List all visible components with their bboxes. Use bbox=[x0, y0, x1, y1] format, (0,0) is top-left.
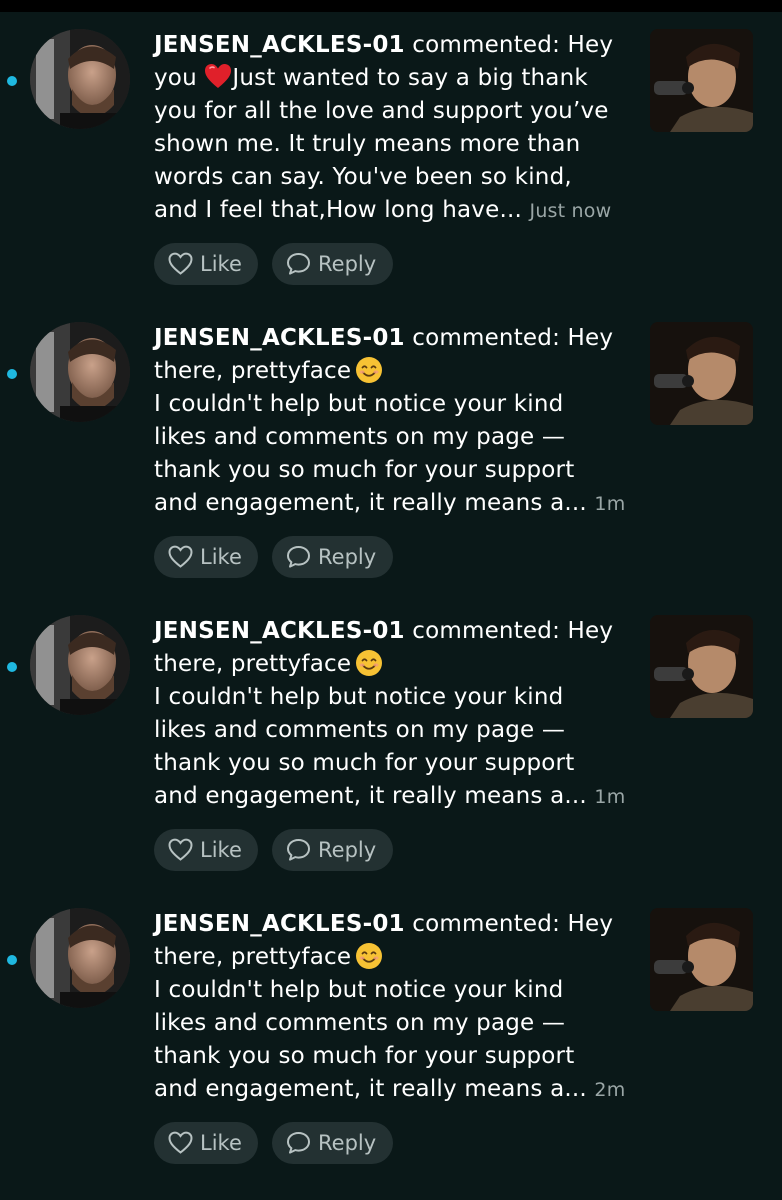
post-thumbnail[interactable] bbox=[650, 29, 753, 132]
unread-dot bbox=[7, 955, 17, 965]
text-line: I couldn't help but notice your kind bbox=[154, 977, 564, 1003]
unread-dot bbox=[7, 76, 17, 86]
notification-item[interactable]: JENSEN_ACKLES-01 commented: Hey there, p… bbox=[0, 598, 782, 891]
speech-bubble-icon bbox=[287, 546, 310, 568]
notification-text: JENSEN_ACKLES-01 commented: Hey there, p… bbox=[154, 615, 632, 814]
notification-item[interactable]: JENSEN_ACKLES-01 commented: Hey there, p… bbox=[0, 891, 782, 1184]
like-label: Like bbox=[200, 838, 242, 862]
like-button[interactable]: Like bbox=[154, 829, 258, 871]
post-thumbnail[interactable] bbox=[650, 908, 753, 1011]
post-thumbnail[interactable] bbox=[650, 615, 753, 718]
speech-bubble-icon bbox=[287, 253, 310, 275]
text-line: and engagement, it really means a... bbox=[154, 490, 587, 516]
timestamp: Just now bbox=[529, 200, 612, 222]
text-line: thank you so much for your support bbox=[154, 1043, 575, 1069]
reply-button[interactable]: Reply bbox=[272, 243, 393, 285]
text-line: shown me. It truly means more than bbox=[154, 131, 581, 157]
text-line: I couldn't help but notice your kind bbox=[154, 684, 564, 710]
like-button[interactable]: Like bbox=[154, 243, 258, 285]
smiling-face-emoji-icon bbox=[356, 650, 383, 676]
reply-label: Reply bbox=[318, 1131, 377, 1155]
like-label: Like bbox=[200, 252, 242, 276]
text-line: words can say. You've been so kind, bbox=[154, 164, 572, 190]
heart-outline-icon bbox=[168, 838, 193, 861]
speech-bubble-icon bbox=[287, 839, 310, 861]
heart-outline-icon bbox=[168, 1131, 193, 1154]
text-line: likes and comments on my page — bbox=[154, 1010, 566, 1036]
reply-label: Reply bbox=[318, 838, 377, 862]
smiling-face-emoji-icon bbox=[356, 943, 383, 969]
text-line: and engagement, it really means a... bbox=[154, 1076, 587, 1102]
username[interactable]: JENSEN_ACKLES-01 bbox=[154, 618, 405, 644]
notification-item[interactable]: JENSEN_ACKLES-01 commented: Hey you Just… bbox=[0, 12, 782, 305]
text-line: commented: Hey bbox=[404, 911, 614, 937]
like-button[interactable]: Like bbox=[154, 1122, 258, 1164]
text-line: likes and comments on my page — bbox=[154, 717, 566, 743]
unread-dot bbox=[7, 662, 17, 672]
heart-outline-icon bbox=[168, 252, 193, 275]
heart-outline-icon bbox=[168, 545, 193, 568]
text-line: and engagement, it really means a... bbox=[154, 783, 587, 809]
text-line: and I feel that,How long have... bbox=[154, 197, 522, 223]
text-line: there, prettyface bbox=[154, 651, 352, 677]
like-button[interactable]: Like bbox=[154, 536, 258, 578]
speech-bubble-icon bbox=[287, 1132, 310, 1154]
timestamp: 2m bbox=[594, 1079, 626, 1101]
text-line: you bbox=[154, 65, 205, 91]
text-line: likes and comments on my page — bbox=[154, 424, 566, 450]
text-line: there, prettyface bbox=[154, 944, 352, 970]
reply-label: Reply bbox=[318, 545, 377, 569]
text-line: commented: Hey bbox=[404, 618, 614, 644]
avatar[interactable] bbox=[30, 29, 130, 129]
avatar[interactable] bbox=[30, 908, 130, 1008]
unread-dot bbox=[7, 369, 17, 379]
like-label: Like bbox=[200, 545, 242, 569]
heart-emoji-icon bbox=[205, 64, 232, 88]
text-line: you for all the love and support you’ve bbox=[154, 98, 609, 124]
reply-label: Reply bbox=[318, 252, 377, 276]
text-line: thank you so much for your support bbox=[154, 457, 575, 483]
notification-text: JENSEN_ACKLES-01 commented: Hey you Just… bbox=[154, 29, 632, 228]
text-line: Just wanted to say a big thank bbox=[232, 65, 588, 91]
reply-button[interactable]: Reply bbox=[272, 1122, 393, 1164]
reply-button[interactable]: Reply bbox=[272, 536, 393, 578]
text-line: I couldn't help but notice your kind bbox=[154, 391, 564, 417]
status-bar-strip bbox=[0, 0, 782, 12]
avatar[interactable] bbox=[30, 322, 130, 422]
reply-button[interactable]: Reply bbox=[272, 829, 393, 871]
timestamp: 1m bbox=[594, 493, 626, 515]
avatar[interactable] bbox=[30, 615, 130, 715]
notification-feed: JENSEN_ACKLES-01 commented: Hey you Just… bbox=[0, 12, 782, 1184]
text-line: commented: Hey bbox=[404, 325, 614, 351]
username[interactable]: JENSEN_ACKLES-01 bbox=[154, 325, 405, 351]
username[interactable]: JENSEN_ACKLES-01 bbox=[154, 911, 405, 937]
post-thumbnail[interactable] bbox=[650, 322, 753, 425]
text-line: commented: Hey bbox=[404, 32, 614, 58]
timestamp: 1m bbox=[594, 786, 626, 808]
username[interactable]: JENSEN_ACKLES-01 bbox=[154, 32, 405, 58]
like-label: Like bbox=[200, 1131, 242, 1155]
notification-text: JENSEN_ACKLES-01 commented: Hey there, p… bbox=[154, 908, 632, 1107]
notification-text: JENSEN_ACKLES-01 commented: Hey there, p… bbox=[154, 322, 632, 521]
smiling-face-emoji-icon bbox=[356, 357, 383, 383]
text-line: there, prettyface bbox=[154, 358, 352, 384]
text-line: thank you so much for your support bbox=[154, 750, 575, 776]
notification-item[interactable]: JENSEN_ACKLES-01 commented: Hey there, p… bbox=[0, 305, 782, 598]
